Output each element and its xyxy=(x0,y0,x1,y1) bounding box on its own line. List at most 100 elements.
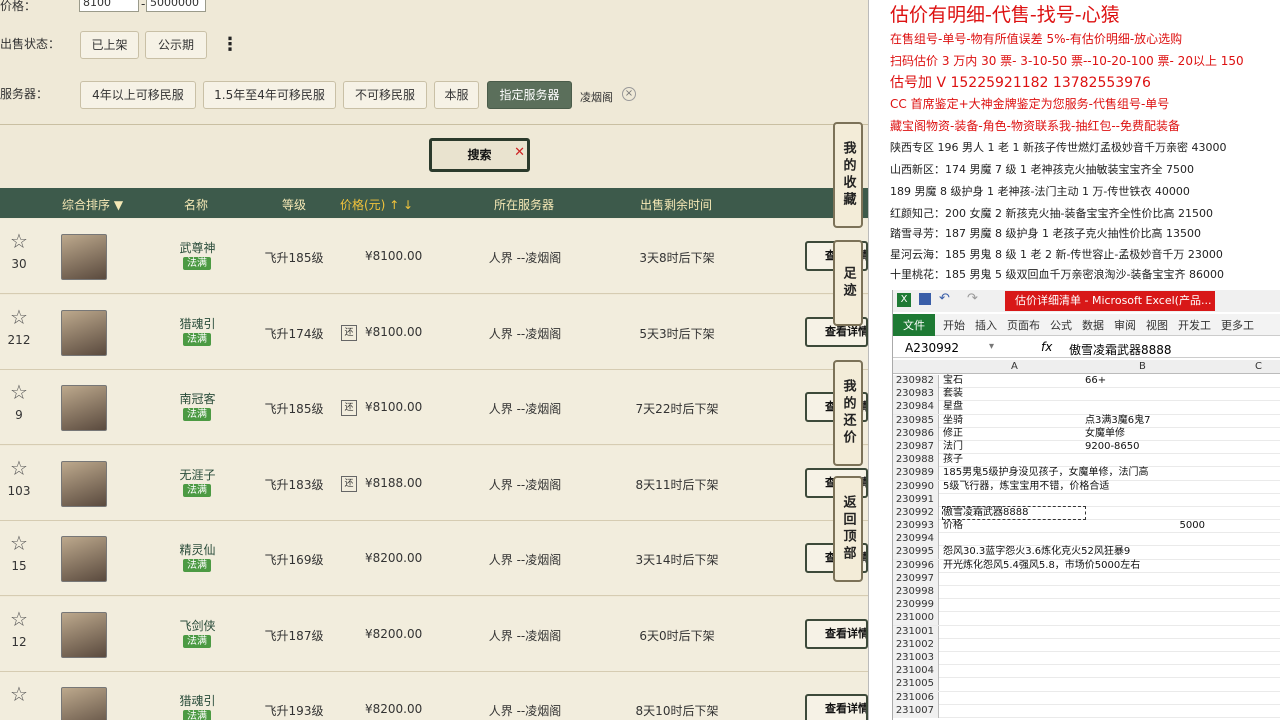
row-number[interactable]: 230983 xyxy=(893,388,939,402)
ribbon-tab[interactable]: 数据 xyxy=(1077,317,1109,333)
cell-a[interactable]: 185男鬼5级护身没见孩子，女魔单修，法门高 xyxy=(943,467,1148,479)
table-row[interactable]: ☆15精灵仙法满飞升169级¥8200.00人界 --凌烟阁3天14时后下架查看… xyxy=(0,521,868,596)
ribbon-tab[interactable]: 更多工 xyxy=(1216,317,1259,333)
character-name[interactable]: 武尊神 xyxy=(160,239,235,256)
sheet-row[interactable]: 230999 xyxy=(893,599,1280,613)
row-number[interactable]: 231002 xyxy=(893,638,939,652)
row-number[interactable]: 230991 xyxy=(893,493,939,507)
price-sort-header[interactable]: 价格(元) ↑ ↓ xyxy=(340,196,413,213)
table-row[interactable]: ☆30武尊神法满飞升185级¥8100.00人界 --凌烟阁3天8时后下架查看详… xyxy=(0,219,868,294)
ribbon-tab[interactable]: 页面布 xyxy=(1002,317,1045,333)
favorite-star-icon[interactable]: ☆ xyxy=(10,305,28,329)
sheet-row[interactable]: 230983 套装 xyxy=(893,388,1280,402)
side-footprint-button[interactable]: 足迹 xyxy=(833,240,863,326)
avatar[interactable] xyxy=(61,385,107,431)
row-number[interactable]: 231007 xyxy=(893,704,939,718)
row-number[interactable]: 230985 xyxy=(893,414,939,428)
favorite-star-icon[interactable]: ☆ xyxy=(10,682,28,706)
character-name[interactable]: 猎魂引 xyxy=(160,692,235,709)
favorite-star-icon[interactable]: ☆ xyxy=(10,531,28,555)
column-b-header[interactable]: B xyxy=(1139,361,1146,372)
sheet-row[interactable]: 230994 xyxy=(893,533,1280,547)
table-row[interactable]: ☆ 猎魂引 法满 飞升193级 ¥8200.00 人界 --凌烟阁 8天10时后下架 查看详情 xyxy=(0,672,868,720)
row-number[interactable]: 230995 xyxy=(893,546,939,560)
server-1-5y-button[interactable]: 1.5年至4年可移民服 xyxy=(203,81,336,109)
side-back-top-button[interactable]: 返回顶部 xyxy=(833,476,863,582)
view-details-button[interactable]: 查看详情 xyxy=(805,618,868,649)
character-name[interactable]: 南冠客 xyxy=(160,390,235,407)
sheet-row[interactable]: 231006 xyxy=(893,691,1280,705)
character-name[interactable]: 无涯子 xyxy=(160,466,235,483)
table-row[interactable]: ☆ 103 无涯子 法满 飞升183级 还 ¥8188.00 人界 --凌烟阁 8天11时后下架… xyxy=(0,445,868,521)
table-row[interactable]: ☆ 212 猎魂引 法满 飞升174级还 ¥8100.00 人界 --凌烟阁 5天3时后下架查… xyxy=(0,294,868,370)
sheet-row[interactable]: 230998 xyxy=(893,586,1280,600)
cell-a[interactable]: 修正 xyxy=(943,428,963,440)
character-name[interactable]: 飞剑侠 xyxy=(160,617,235,634)
row-number[interactable]: 231005 xyxy=(893,678,939,692)
row-number[interactable]: 230998 xyxy=(893,586,939,599)
avatar[interactable] xyxy=(61,309,107,356)
row-number[interactable]: 230987 xyxy=(893,440,939,454)
row-number[interactable]: 230996 xyxy=(893,559,939,573)
sheet-row[interactable]: 231001 xyxy=(893,625,1280,639)
cell-b[interactable]: 女魔单修 xyxy=(1085,428,1125,440)
view-details-button[interactable]: 查看详情 xyxy=(805,694,868,720)
ribbon-tab[interactable]: 开始 xyxy=(938,317,970,333)
row-number[interactable]: 230992 xyxy=(893,506,939,520)
sheet-row[interactable]: 230990 5级飞行器，炼宝宝用不错，价格合适 xyxy=(893,480,1280,494)
ribbon-tab[interactable]: 文件 xyxy=(893,313,935,336)
sheet-row[interactable]: 230984 星盘 xyxy=(893,401,1280,415)
avatar[interactable] xyxy=(61,234,107,280)
sheet-row[interactable]: 231004 xyxy=(893,665,1280,679)
row-number[interactable]: 231000 xyxy=(893,612,939,626)
fx-icon[interactable]: fx xyxy=(1041,340,1052,354)
server-4y-button[interactable]: 4年以上可移民服 xyxy=(80,81,196,109)
sheet-row[interactable]: 230982 宝石 66+ xyxy=(893,375,1280,389)
ribbon-tab[interactable]: 视图 xyxy=(1141,317,1173,333)
row-number[interactable]: 231006 xyxy=(893,691,939,705)
avatar[interactable] xyxy=(61,460,107,507)
sheet-row[interactable]: 231005 xyxy=(893,678,1280,692)
cell-a[interactable]: 傲雪凌霜武器8888 xyxy=(942,505,1086,520)
sheet-row[interactable]: 230997 xyxy=(893,572,1280,586)
row-number[interactable]: 231003 xyxy=(893,651,939,665)
cell-a[interactable]: 开光炼化怨风5.4强风5.8，市场价5000左右 xyxy=(943,560,1140,572)
price-min-input[interactable]: 8100 xyxy=(79,0,139,12)
row-number[interactable]: 230999 xyxy=(893,599,939,613)
row-number[interactable]: 230990 xyxy=(893,480,939,494)
cell-b[interactable]: 66+ xyxy=(1085,375,1106,387)
server-specified-button[interactable]: 指定服务器 xyxy=(487,81,572,109)
sheet-row[interactable]: 230986 修正 女魔单修 xyxy=(893,427,1280,441)
avatar[interactable] xyxy=(61,611,107,658)
sheet-row[interactable]: 231007 xyxy=(893,704,1280,718)
name-box[interactable]: A230992 xyxy=(905,341,959,355)
column-a-header[interactable]: A xyxy=(1011,361,1018,372)
cell-a[interactable]: 怨风30.3蓝字怨火3.6炼化克火52风狂暴9 xyxy=(943,546,1130,558)
redo-icon[interactable]: ↷ xyxy=(967,291,978,306)
sheet-row[interactable]: 231003 xyxy=(893,651,1280,666)
sheet-row[interactable]: 230988 孩子 xyxy=(893,454,1280,468)
cell-a[interactable]: 法门 xyxy=(943,441,963,453)
cell-a[interactable]: 套装 xyxy=(943,388,963,400)
sheet-row[interactable]: 230995 怨风30.3蓝字怨火3.6炼化克火52风狂暴9 xyxy=(893,546,1280,560)
sheet-row[interactable]: 230989 185男鬼5级护身没见孩子，女魔单修，法门高 xyxy=(893,467,1280,481)
status-preview-button[interactable]: 公示期 xyxy=(145,31,207,59)
cell-a[interactable]: 5级飞行器，炼宝宝用不错，价格合适 xyxy=(943,481,1109,493)
save-icon[interactable] xyxy=(919,293,931,305)
side-counteroffer-button[interactable]: 我的还价 xyxy=(833,360,863,466)
undo-icon[interactable]: ↶ xyxy=(939,291,950,306)
row-number[interactable]: 230994 xyxy=(893,533,939,547)
avatar[interactable] xyxy=(61,687,107,720)
sheet-row[interactable]: 231000 xyxy=(893,612,1280,626)
row-number[interactable]: 230982 xyxy=(893,375,939,388)
favorite-star-icon[interactable]: ☆ xyxy=(10,456,28,480)
character-name[interactable]: 猎魂引 xyxy=(160,315,235,332)
sheet-row[interactable]: 230987 法门 9200-8650 xyxy=(893,440,1280,455)
avatar[interactable] xyxy=(61,536,107,582)
cell-a[interactable]: 坐骑 xyxy=(943,415,963,427)
row-number[interactable]: 230993 xyxy=(893,520,939,534)
ribbon-tab[interactable]: 插入 xyxy=(970,317,1002,333)
row-number[interactable]: 230989 xyxy=(893,467,939,481)
cell-b[interactable]: 9200-8650 xyxy=(1085,441,1140,453)
row-number[interactable]: 231001 xyxy=(893,625,939,639)
